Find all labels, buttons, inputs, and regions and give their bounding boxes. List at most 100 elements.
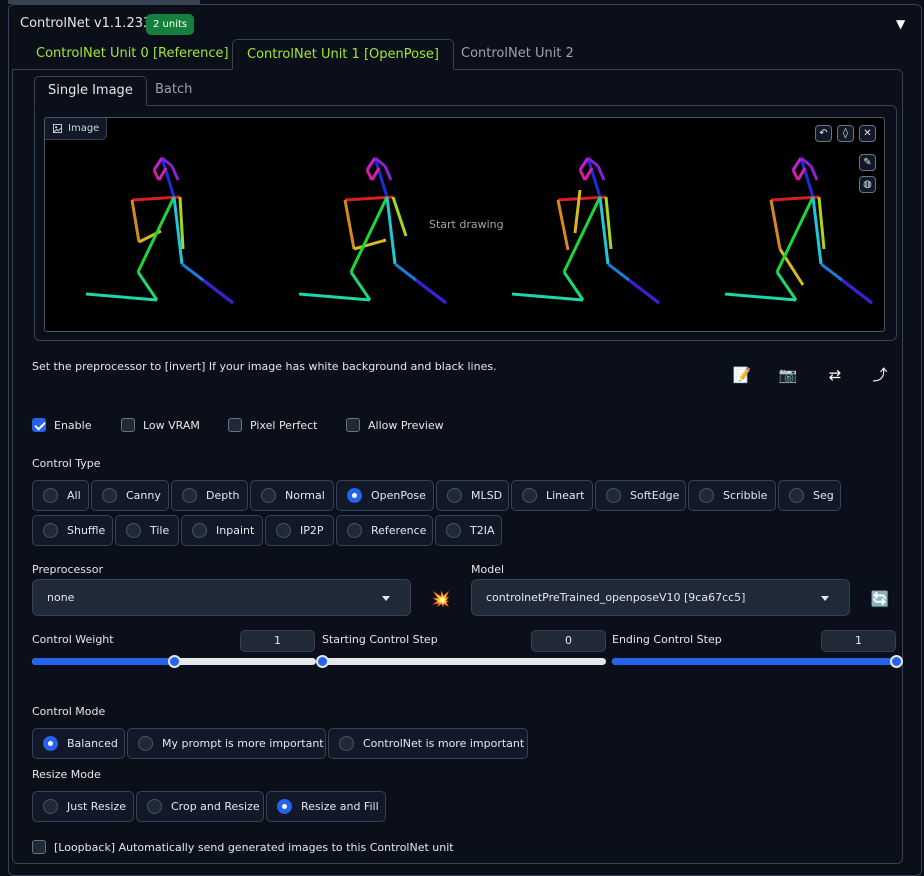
brush-icon[interactable]: ✎ — [859, 154, 876, 171]
radio-dot — [699, 488, 714, 503]
checkbox-box[interactable] — [346, 418, 360, 432]
control-type-openpose[interactable]: OpenPose — [336, 480, 434, 511]
resize-mode-crop-and-resize[interactable]: Crop and Resize — [136, 791, 264, 822]
undo-icon[interactable]: ↶ — [815, 125, 832, 142]
checkbox-box[interactable] — [228, 418, 242, 432]
units-badge: 2 units — [146, 14, 195, 35]
tab-unit-0[interactable]: ControlNet Unit 0 [Reference] — [22, 39, 243, 70]
control-weight-slider[interactable] — [32, 655, 316, 668]
control-type-tile[interactable]: Tile — [115, 515, 179, 546]
radio-dot — [102, 488, 117, 503]
slider-fill — [612, 658, 896, 665]
control-type-reference[interactable]: Reference — [336, 515, 433, 546]
radio-dot — [43, 799, 58, 814]
chevron-down-icon — [821, 596, 829, 601]
close-icon[interactable]: ✕ — [859, 125, 876, 142]
tab-unit-1[interactable]: ControlNet Unit 1 [OpenPose] — [232, 39, 454, 70]
preprocessor-dropdown[interactable]: none — [32, 579, 411, 616]
model-dropdown[interactable]: controlnetPreTrained_openposeV10 [9ca67c… — [471, 579, 850, 616]
checkbox-box[interactable] — [32, 418, 46, 432]
tab-single-image[interactable]: Single Image — [34, 76, 147, 106]
checkbox-box[interactable] — [32, 840, 46, 854]
radio-label: IP2P — [300, 524, 324, 537]
low-vram-checkbox[interactable]: Low VRAM — [121, 418, 200, 432]
checkbox-label: Enable — [54, 418, 92, 432]
radio-label: OpenPose — [371, 489, 426, 502]
radio-dot — [147, 799, 162, 814]
allow-preview-checkbox[interactable]: Allow Preview — [346, 418, 444, 432]
ending-control-step-label: Ending Control Step — [612, 633, 722, 646]
slider-thumb[interactable] — [168, 655, 181, 668]
radio-dot — [522, 488, 537, 503]
checkbox-label: Allow Preview — [368, 418, 444, 432]
control-weight-input[interactable]: 1 — [240, 630, 315, 652]
run-preprocessor-icon[interactable]: 💥 — [430, 588, 452, 610]
radio-label: Scribble — [723, 489, 768, 502]
control-mode-controlnet[interactable]: ControlNet is more important — [328, 728, 528, 759]
radio-dot — [126, 523, 141, 538]
radio-dot — [182, 488, 197, 503]
control-type-normal[interactable]: Normal — [250, 480, 334, 511]
checkbox-label: Pixel Perfect — [250, 418, 318, 432]
control-type-lineart[interactable]: Lineart — [511, 480, 593, 511]
eraser-icon[interactable]: ◊ — [837, 125, 854, 142]
control-type-mlsd[interactable]: MLSD — [436, 480, 509, 511]
checkbox-label: Low VRAM — [143, 418, 200, 432]
control-type-t2ia[interactable]: T2IA — [435, 515, 502, 546]
control-mode-prompt[interactable]: My prompt is more important — [127, 728, 326, 759]
control-type-depth[interactable]: Depth — [171, 480, 248, 511]
control-type-inpaint[interactable]: Inpaint — [181, 515, 263, 546]
enable-checkbox[interactable]: Enable — [32, 418, 91, 432]
edit-icon[interactable]: 📝 — [731, 364, 753, 386]
radio-dot — [43, 523, 58, 538]
tab-unit-2[interactable]: ControlNet Unit 2 — [447, 39, 588, 70]
control-type-ip2p[interactable]: IP2P — [265, 515, 334, 546]
resize-mode-resize-and-fill[interactable]: Resize and Fill — [266, 791, 386, 822]
ending-control-step-slider[interactable] — [612, 655, 903, 668]
radio-label: Lineart — [546, 489, 585, 502]
radio-label: Just Resize — [67, 800, 127, 813]
starting-control-step-input[interactable]: 0 — [531, 630, 606, 652]
radio-dot — [43, 736, 58, 751]
image-canvas[interactable]: Image Start drawing — [44, 117, 885, 332]
slider-thumb[interactable] — [316, 655, 329, 668]
control-type-softedge[interactable]: SoftEdge — [595, 480, 686, 511]
radio-dot — [446, 523, 461, 538]
collapse-arrow-icon[interactable]: ▼ — [896, 17, 905, 31]
radio-label: ControlNet is more important — [363, 737, 525, 750]
pose-figure-4 — [724, 156, 873, 305]
radio-dot — [606, 488, 621, 503]
resize-mode-just-resize[interactable]: Just Resize — [32, 791, 134, 822]
swap-icon[interactable]: ⇄ — [824, 364, 846, 386]
slider-thumb[interactable] — [890, 655, 903, 668]
send-dimensions-icon[interactable]: ⤴ — [869, 364, 891, 386]
control-type-scribble[interactable]: Scribble — [688, 480, 776, 511]
control-type-canny[interactable]: Canny — [91, 480, 169, 511]
radio-label: All — [67, 489, 81, 502]
control-type-all[interactable]: All — [32, 480, 89, 511]
checkbox-box[interactable] — [121, 418, 135, 432]
control-type-label: Control Type — [32, 457, 101, 470]
starting-control-step-slider[interactable] — [316, 655, 606, 668]
pixel-perfect-checkbox[interactable]: Pixel Perfect — [228, 418, 317, 432]
checkbox-label: [Loopback] Automatically send generated … — [54, 840, 454, 854]
control-mode-balanced[interactable]: Balanced — [32, 728, 125, 759]
radio-label: Balanced — [67, 737, 118, 750]
refresh-models-icon[interactable]: 🔄 — [869, 588, 891, 610]
radio-dot — [347, 488, 362, 503]
radio-dot — [339, 736, 354, 751]
camera-icon[interactable]: 📷 — [777, 364, 799, 386]
palette-icon[interactable]: ◍ — [859, 176, 876, 193]
image-icon — [53, 124, 62, 133]
radio-dot — [276, 523, 291, 538]
control-type-seg[interactable]: Seg — [778, 480, 841, 511]
image-label: Image — [45, 118, 108, 140]
loopback-checkbox[interactable]: [Loopback] Automatically send generated … — [32, 840, 454, 854]
control-type-shuffle[interactable]: Shuffle — [32, 515, 113, 546]
start-drawing-placeholder: Start drawing — [429, 218, 504, 231]
tab-batch[interactable]: Batch — [142, 76, 205, 106]
radio-label: Reference — [371, 524, 427, 537]
accordion-title[interactable]: ControlNet v1.1.233 — [20, 16, 151, 31]
radio-label: T2IA — [470, 524, 495, 537]
ending-control-step-input[interactable]: 1 — [821, 630, 896, 652]
